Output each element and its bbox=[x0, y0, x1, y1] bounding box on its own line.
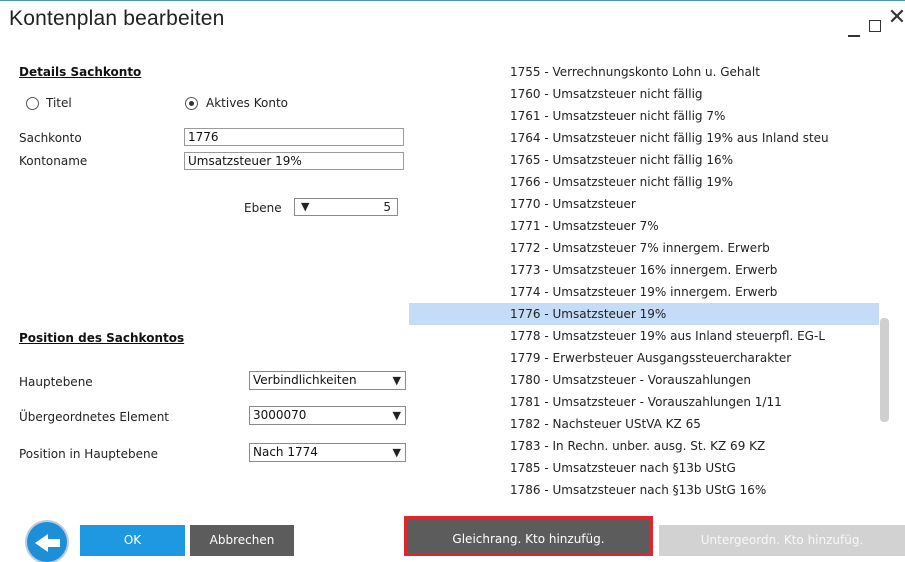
add-sub-level-account-button[interactable]: Untergeordn. Kto hinzufüg. bbox=[659, 525, 905, 556]
sachkonto-label: Sachkonto bbox=[19, 131, 82, 145]
hauptebene-label: Hauptebene bbox=[19, 375, 93, 389]
add-same-level-account-button[interactable]: Gleichrang. Kto hinzufüg. bbox=[404, 516, 653, 556]
list-item[interactable]: 1778 - Umsatzsteuer 19% aus Inland steue… bbox=[409, 325, 879, 347]
cancel-button[interactable]: Abbrechen bbox=[190, 525, 294, 556]
list-item[interactable]: 1774 - Umsatzsteuer 19% innergem. Erwerb bbox=[409, 281, 879, 303]
uebergeordnet-label: Übergeordnetes Element bbox=[19, 410, 170, 424]
ebene-label: Ebene bbox=[244, 201, 282, 215]
list-item[interactable]: 1764 - Umsatzsteuer nicht fällig 19% aus… bbox=[409, 127, 879, 149]
details-heading: Details Sachkonto bbox=[19, 65, 142, 79]
sachkonto-field[interactable]: 1776 bbox=[184, 128, 404, 146]
close-icon[interactable]: ✕ bbox=[886, 5, 905, 30]
radio-aktives-konto[interactable] bbox=[185, 97, 198, 110]
radio-titel-label[interactable]: Titel bbox=[46, 96, 72, 110]
list-item[interactable]: 1785 - Umsatzsteuer nach §13b UStG bbox=[409, 457, 879, 479]
hauptebene-select[interactable]: Verbindlichkeiten ▼ bbox=[249, 371, 406, 390]
list-item[interactable]: 1761 - Umsatzsteuer nicht fällig 7% bbox=[409, 105, 879, 127]
pos-hauptebene-value: Nach 1774 bbox=[253, 445, 318, 459]
dropdown-arrow-icon[interactable]: ▼ bbox=[301, 199, 309, 215]
list-scrollbar[interactable] bbox=[880, 318, 889, 422]
list-item[interactable]: 1780 - Umsatzsteuer - Vorauszahlungen bbox=[409, 369, 879, 391]
chevron-down-icon[interactable]: ▼ bbox=[393, 372, 401, 389]
radio-titel[interactable] bbox=[26, 97, 39, 110]
list-item[interactable]: 1765 - Umsatzsteuer nicht fällig 16% bbox=[409, 149, 879, 171]
uebergeordnet-value: 3000070 bbox=[253, 408, 307, 422]
list-item[interactable]: 1779 - Erwerbsteuer Ausgangssteuercharak… bbox=[409, 347, 879, 369]
list-item[interactable]: 1760 - Umsatzsteuer nicht fällig bbox=[409, 83, 879, 105]
back-arrow-icon[interactable] bbox=[27, 522, 67, 562]
chevron-down-icon[interactable]: ▼ bbox=[393, 407, 401, 424]
pos-hauptebene-label: Position in Hauptebene bbox=[19, 447, 158, 461]
list-item[interactable]: 1772 - Umsatzsteuer 7% innergem. Erwerb bbox=[409, 237, 879, 259]
ok-button[interactable]: OK bbox=[80, 525, 185, 556]
pos-hauptebene-select[interactable]: Nach 1774 ▼ bbox=[249, 443, 406, 462]
ebene-value: 5 bbox=[383, 200, 391, 214]
list-item[interactable]: 1786 - Umsatzsteuer nach §13b UStG 16% bbox=[409, 479, 879, 501]
list-item[interactable]: 1783 - In Rechn. unber. ausg. St. KZ 69 … bbox=[409, 435, 879, 457]
position-heading: Position des Sachkontos bbox=[19, 331, 185, 345]
kontoname-label: Kontoname bbox=[19, 154, 88, 168]
kontoname-field[interactable]: Umsatzsteuer 19% bbox=[184, 152, 404, 170]
list-item[interactable]: 1782 - Nachsteuer UStVA KZ 65 bbox=[409, 413, 879, 435]
minimize-icon[interactable] bbox=[848, 35, 860, 37]
list-item[interactable]: 1771 - Umsatzsteuer 7% bbox=[409, 215, 879, 237]
list-item[interactable]: 1766 - Umsatzsteuer nicht fällig 19% bbox=[409, 171, 879, 193]
window-title: Kontenplan bearbeiten bbox=[9, 7, 225, 30]
ebene-stepper[interactable]: ▼ 5 bbox=[294, 198, 398, 216]
chevron-down-icon[interactable]: ▼ bbox=[393, 444, 401, 461]
list-item[interactable]: 1770 - Umsatzsteuer bbox=[409, 193, 879, 215]
hauptebene-value: Verbindlichkeiten bbox=[253, 373, 357, 387]
list-item[interactable]: 1776 - Umsatzsteuer 19% bbox=[409, 303, 879, 325]
radio-aktives-konto-label[interactable]: Aktives Konto bbox=[206, 96, 288, 110]
list-item[interactable]: 1773 - Umsatzsteuer 16% innergem. Erwerb bbox=[409, 259, 879, 281]
account-list[interactable]: 1755 - Verrechnungskonto Lohn u. Gehalt 1… bbox=[409, 61, 879, 501]
list-item[interactable]: 1781 - Umsatzsteuer - Vorauszahlungen 1/… bbox=[409, 391, 879, 413]
list-item[interactable]: 1755 - Verrechnungskonto Lohn u. Gehalt bbox=[409, 61, 879, 83]
title-bar: Kontenplan bearbeiten ✕ bbox=[0, 1, 905, 41]
uebergeordnet-select[interactable]: 3000070 ▼ bbox=[249, 406, 406, 425]
maximize-icon[interactable] bbox=[869, 20, 881, 32]
